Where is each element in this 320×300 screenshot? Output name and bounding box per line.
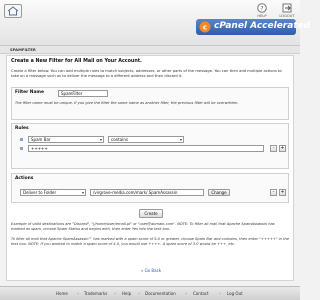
footer-link-home[interactable]: Home <box>56 291 68 296</box>
footer-link-documentation[interactable]: Documentation <box>145 291 176 296</box>
footer-bullet: • <box>138 291 141 296</box>
row-bullet <box>20 147 23 150</box>
example-text: Example of valid destinations are "Disca… <box>11 222 275 231</box>
breadcrumb[interactable]: SPAMFILTER <box>10 47 36 52</box>
svg-text:?: ? <box>260 5 263 12</box>
logout-link[interactable]: LOGOUT <box>276 3 298 18</box>
row-bullet <box>20 138 23 141</box>
chevron-down-icon: ▾ <box>179 137 182 142</box>
remove-action-button[interactable]: - <box>270 189 277 196</box>
cpanel-logo-icon: c <box>199 21 211 33</box>
footer-link-trademarks[interactable]: Trademarks <box>84 291 107 296</box>
action-value: Deliver to Folder <box>23 190 57 195</box>
filter-name-label: Filter Name <box>15 90 44 95</box>
footer-bullet: • <box>219 291 222 296</box>
actions-section: Actions Deliver to Folder ▾ /virgrove-me… <box>11 173 289 203</box>
intro-text: Create a filter below. You can add multi… <box>11 69 282 78</box>
footer-link-logout[interactable]: Log Out <box>227 291 243 296</box>
go-back-link[interactable]: « Go Back <box>131 268 171 273</box>
footer-bullet: • <box>185 291 188 296</box>
chevron-down-icon: ▾ <box>99 137 102 142</box>
svg-text:c: c <box>203 24 207 32</box>
footer-bullet: • <box>77 291 80 296</box>
rule-operator-select[interactable]: contains ▾ <box>108 136 184 143</box>
rules-label: Rules <box>15 126 29 131</box>
filter-name-section: Filter Name SpamFilter The filter name m… <box>11 87 289 120</box>
add-action-button[interactable]: + <box>279 189 286 196</box>
rule-field-select[interactable]: Spam Bar ▾ <box>28 136 104 143</box>
filter-name-input[interactable]: SpamFilter <box>58 90 108 97</box>
footer-link-contact[interactable]: Contact <box>193 291 209 296</box>
footer-link-help[interactable]: Help <box>122 291 131 296</box>
top-bar: ? HELP LOGOUT c cPanel Accelerated <box>0 0 310 46</box>
main-panel: Create a New Filter for All Mail on Your… <box>6 55 294 281</box>
destination-input[interactable]: /virgrove-media.com/mark/.SpamAssassin <box>90 189 204 196</box>
footer-bullet: • <box>114 291 117 296</box>
rule-field-value: Spam Bar <box>31 137 51 142</box>
rule-row: +++++ <box>20 145 282 152</box>
actions-label: Actions <box>15 176 34 181</box>
rule-row: Spam Bar ▾ contains ▾ <box>20 136 282 143</box>
help-link[interactable]: ? HELP <box>252 3 272 18</box>
page-title: Create a New Filter for All Mail on Your… <box>11 59 142 64</box>
chevron-down-icon: ▾ <box>81 190 84 195</box>
add-rule-button[interactable]: + <box>279 145 286 152</box>
rule-operator-value: contains <box>111 137 128 142</box>
rule-value-input[interactable]: +++++ <box>28 145 264 152</box>
cpanel-logo: c cPanel Accelerated <box>196 19 310 35</box>
create-button[interactable]: Create <box>139 209 163 218</box>
breadcrumb-bar: SPAMFILTER <box>0 46 300 54</box>
change-button[interactable]: Change <box>208 189 230 196</box>
home-icon[interactable] <box>4 4 22 18</box>
remove-rule-button[interactable]: - <box>270 145 277 152</box>
go-back-label: Go Back <box>144 268 162 273</box>
logout-label: LOGOUT <box>279 14 295 18</box>
action-select[interactable]: Deliver to Folder ▾ <box>20 189 86 196</box>
rules-section: Rules Spam Bar ▾ contains ▾ +++++ - + <box>11 123 289 169</box>
spam-score-note: To filter all mail that Apache SpamAssas… <box>11 237 289 246</box>
footer: Home • Trademarks • Help • Documentation… <box>0 286 300 300</box>
help-icon: ? <box>257 3 267 13</box>
logo-text: cPanel Accelerated <box>214 21 311 31</box>
back-arrow-icon: « <box>140 268 144 273</box>
help-label: HELP <box>257 14 267 18</box>
filter-name-note: The filter name must be unique. If you g… <box>15 101 239 105</box>
logout-icon <box>282 3 292 13</box>
